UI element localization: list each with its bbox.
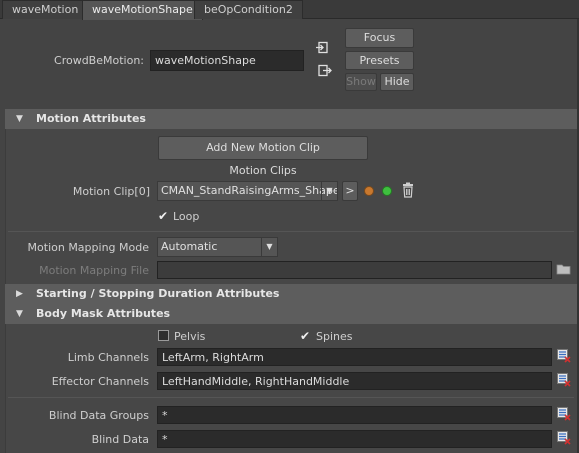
input-connection-icon[interactable]: [315, 41, 329, 54]
hide-button[interactable]: Hide: [380, 73, 414, 91]
expand-arrow-icon: ▼: [16, 114, 23, 124]
collapsed-arrow-icon: ▶: [16, 289, 23, 299]
motion-clip-label: Motion Clip[0]: [72, 185, 150, 198]
motion-mapping-file-label: Motion Mapping File: [39, 264, 149, 277]
show-button[interactable]: Show: [345, 73, 377, 91]
list-edit-icon[interactable]: [557, 349, 571, 363]
section-title: Starting / Stopping Duration Attributes: [36, 287, 280, 300]
pelvis-checkbox[interactable]: [158, 330, 169, 341]
add-motion-clip-button[interactable]: Add New Motion Clip: [158, 136, 368, 160]
motion-clip-value: CMAN_StandRaisingArms_Shape: [161, 184, 338, 197]
section-motion-attributes[interactable]: ▼ Motion Attributes: [5, 109, 577, 129]
blind-data-groups-label: Blind Data Groups: [48, 409, 149, 422]
expand-arrow-icon: ▼: [16, 309, 23, 319]
blind-data-field[interactable]: *: [157, 430, 552, 448]
list-edit-icon[interactable]: [557, 407, 571, 421]
section-title: Body Mask Attributes: [36, 307, 171, 320]
chevron-down-icon: ▼: [321, 182, 337, 200]
spines-checkbox-checkmark-icon[interactable]: ✔: [300, 330, 310, 342]
orange-status-icon[interactable]: [364, 186, 374, 196]
list-edit-icon[interactable]: [557, 373, 571, 387]
tab-beopcondition2[interactable]: beOpCondition2: [194, 0, 303, 19]
output-connection-icon[interactable]: [318, 64, 332, 77]
tab-bar: waveMotion waveMotionShape beOpCondition…: [0, 0, 579, 20]
motion-mapping-file-field[interactable]: [157, 261, 552, 279]
separator: [8, 397, 574, 398]
motion-mapping-mode-label: Motion Mapping Mode: [27, 241, 149, 254]
tab-wavemotionshape[interactable]: waveMotionShape: [82, 0, 203, 20]
limb-channels-label: Limb Channels: [67, 351, 149, 364]
focus-button[interactable]: Focus: [345, 28, 414, 48]
pelvis-label: Pelvis: [174, 330, 206, 343]
tab-wavemotion[interactable]: waveMotion: [2, 0, 89, 19]
node-name-field[interactable]: waveMotionShape: [150, 50, 304, 71]
section-body-mask[interactable]: ▼ Body Mask Attributes: [5, 304, 577, 324]
section-starting-stopping[interactable]: ▶ Starting / Stopping Duration Attribute…: [5, 284, 577, 304]
folder-icon[interactable]: [556, 262, 572, 276]
blind-data-groups-field[interactable]: *: [157, 406, 552, 424]
list-edit-icon[interactable]: [557, 431, 571, 445]
go-to-clip-button[interactable]: >: [342, 181, 358, 201]
loop-label: Loop: [173, 210, 200, 223]
presets-button[interactable]: Presets: [345, 51, 414, 70]
motion-mapping-mode-dropdown[interactable]: Automatic ▼: [157, 237, 278, 257]
limb-channels-field[interactable]: LeftArm, RightArm: [157, 348, 552, 366]
node-type-label: CrowdBeMotion:: [54, 54, 144, 67]
green-status-icon[interactable]: [382, 186, 392, 196]
separator: [8, 231, 574, 232]
motion-mapping-mode-value: Automatic: [161, 240, 218, 253]
loop-checkbox-checkmark-icon[interactable]: ✔: [158, 210, 168, 222]
effector-channels-field[interactable]: LeftHandMiddle, RightHandMiddle: [157, 372, 552, 390]
spines-label: Spines: [316, 330, 353, 343]
effector-channels-label: Effector Channels: [51, 375, 149, 388]
motion-clips-heading: Motion Clips: [229, 164, 297, 177]
chevron-down-icon: ▼: [261, 238, 277, 256]
section-title: Motion Attributes: [36, 112, 146, 125]
blind-data-label: Blind Data: [91, 433, 149, 446]
motion-clip-dropdown[interactable]: CMAN_StandRaisingArms_Shape ▼: [157, 181, 338, 201]
trash-icon[interactable]: [402, 182, 414, 198]
